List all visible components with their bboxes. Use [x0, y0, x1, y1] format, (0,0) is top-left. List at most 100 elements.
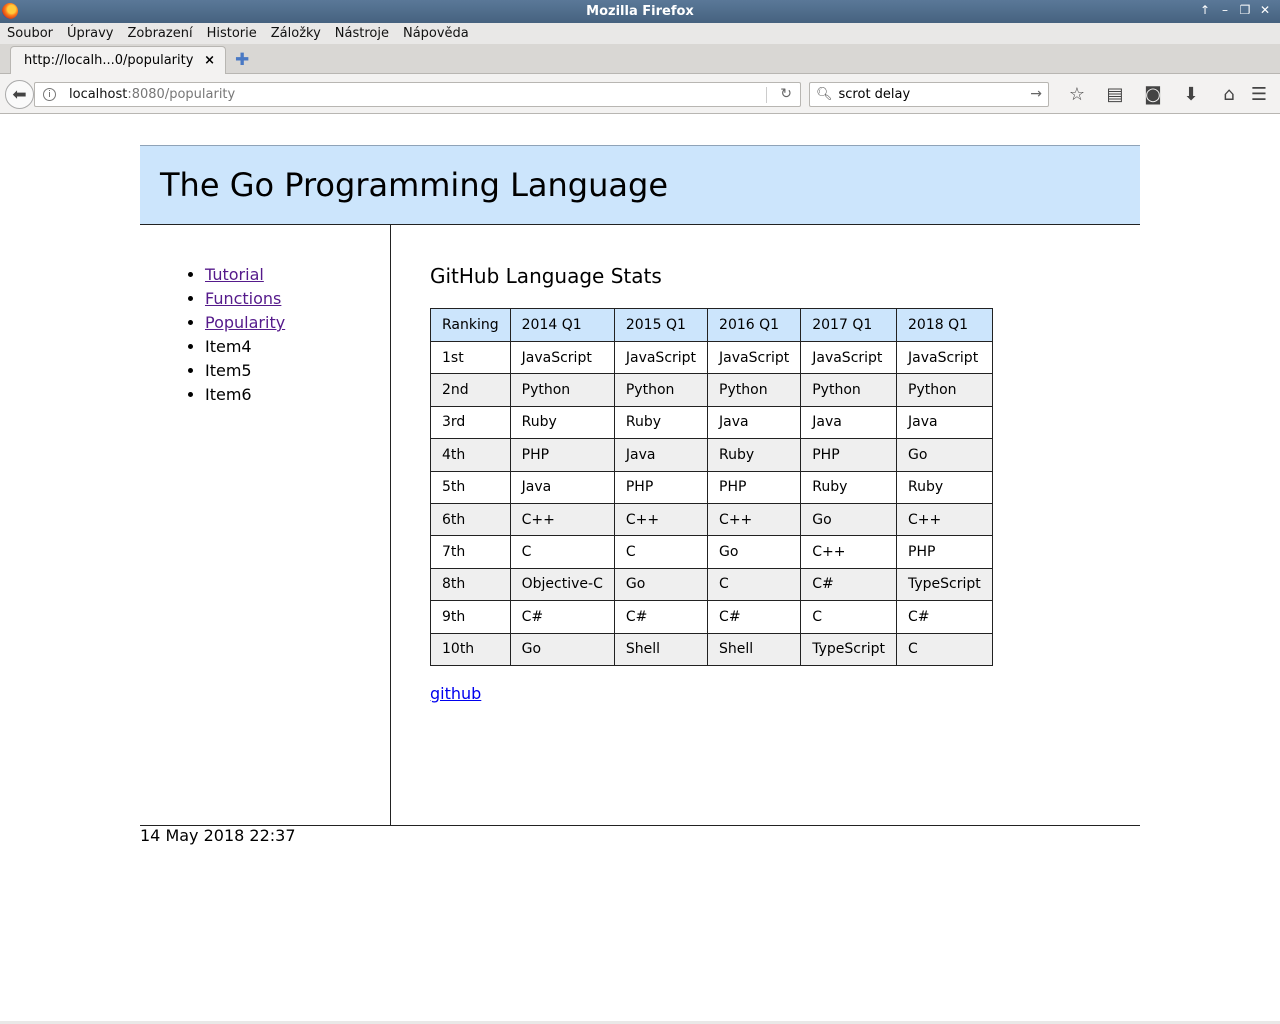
sidebar-item-2[interactable]: Functions: [205, 287, 285, 311]
table-cell: 4th: [430, 438, 511, 472]
table-cell: Ruby: [800, 470, 897, 504]
table-cell: Ruby: [707, 438, 802, 472]
table-header-cell: 2016 Q1: [707, 308, 802, 342]
sidebar-item-label[interactable]: Functions: [205, 289, 281, 308]
sidebar-item-1[interactable]: Tutorial: [205, 263, 285, 287]
table-header-cell: 2018 Q1: [896, 308, 993, 342]
page-header: The Go Programming Language: [140, 145, 1140, 225]
table-cell: Java: [896, 405, 993, 440]
url-path: :8080/popularity: [127, 87, 236, 102]
table-cell: Go: [800, 502, 897, 537]
table-cell: Ruby: [613, 405, 709, 440]
table-cell: Python: [613, 373, 709, 407]
table-cell: 7th: [430, 535, 511, 569]
sidebar: Tutorial Functions Popularity Item4 Item5 Ite…: [140, 225, 391, 825]
table-cell: C++: [613, 502, 709, 537]
table-cell: C#: [896, 600, 993, 634]
window-title: Mozilla Firefox: [586, 4, 694, 19]
table-cell: Python: [707, 373, 802, 407]
window-maximize-icon[interactable]: ❐: [1238, 3, 1252, 17]
table-cell: PHP: [707, 470, 802, 504]
menu-item-3[interactable]: Historie: [207, 26, 257, 41]
table-cell: JavaScript: [707, 340, 802, 375]
firefox-logo-icon: [2, 3, 18, 19]
table-cell: TypeScript: [896, 567, 993, 602]
table-cell: 3rd: [430, 405, 511, 440]
table-row: 8th Objective-C Go C C# TypeScript: [430, 567, 993, 602]
home-icon[interactable]: ⌂: [1210, 84, 1248, 105]
table-cell: C: [800, 600, 897, 634]
table-row: 2nd Python Python Python Python Python: [430, 373, 993, 407]
table-cell: PHP: [800, 438, 897, 472]
table-cell: C#: [800, 567, 897, 602]
table-cell: Go: [613, 567, 709, 602]
back-arrow-icon: ⬅: [12, 84, 27, 105]
table-cell: Java: [509, 470, 615, 504]
table-cell: C: [896, 632, 993, 666]
menu-item-6[interactable]: Nápověda: [403, 26, 469, 41]
table-cell: 6th: [430, 502, 511, 537]
table-cell: 8th: [430, 567, 511, 602]
bookmark-star-icon[interactable]: ☆: [1058, 84, 1096, 105]
reload-icon[interactable]: ↻: [780, 86, 792, 102]
search-input[interactable]: scrot delay: [839, 87, 911, 102]
table-cell: PHP: [896, 535, 993, 569]
window-controls: ↑ – ❐ ✕: [1198, 3, 1272, 17]
sidebar-item-label[interactable]: Tutorial: [205, 265, 264, 284]
menu-item-1[interactable]: Úpravy: [67, 26, 113, 41]
table-cell: C: [707, 567, 802, 602]
sidebar-item-label[interactable]: Popularity: [205, 313, 285, 332]
table-header-cell: 2017 Q1: [800, 308, 897, 342]
menu-item-0[interactable]: Soubor: [7, 26, 53, 41]
window-close-icon[interactable]: ✕: [1258, 3, 1272, 17]
table-cell: PHP: [509, 438, 615, 472]
language-stats-table: Ranking 2014 Q1 2015 Q1 2016 Q1 2017 Q1 2018 …: [430, 308, 993, 666]
table-cell: JavaScript: [896, 340, 993, 375]
table-cell: Shell: [613, 632, 709, 666]
table-cell: C++: [707, 502, 802, 537]
main-content: GitHub Language Stats Ranking 2014 Q1 2015…: [430, 264, 993, 703]
table-cell: Shell: [707, 632, 802, 666]
pocket-icon[interactable]: ◙: [1134, 84, 1172, 105]
table-cell: Ruby: [509, 405, 615, 440]
table-cell: C: [509, 535, 615, 569]
sidebar-nav-list: Tutorial Functions Popularity Item4 Item5 Ite…: [205, 263, 285, 407]
search-bar[interactable]: 🔍︎ scrot delay →: [809, 82, 1049, 107]
table-header-cell: 2015 Q1: [613, 308, 709, 342]
table-row: 1st JavaScript JavaScript JavaScript JavaScr…: [430, 340, 993, 375]
window-titlebar: Mozilla Firefox ↑ – ❐ ✕: [0, 0, 1280, 23]
window-keep-above-icon[interactable]: ↑: [1198, 3, 1212, 17]
table-cell: 2nd: [430, 373, 511, 407]
menu-item-4[interactable]: Záložky: [271, 26, 321, 41]
url-bar[interactable]: i localhost:8080/popularity ↻: [34, 82, 801, 107]
menu-item-2[interactable]: Zobrazení: [127, 26, 192, 41]
footer-date: 14 May 2018 22:37: [140, 826, 296, 845]
table-cell: Ruby: [896, 470, 993, 504]
table-header-cell: Ranking: [430, 308, 511, 342]
search-icon[interactable]: 🔍︎: [816, 87, 833, 102]
table-cell: JavaScript: [509, 340, 615, 375]
back-button[interactable]: ⬅: [5, 80, 34, 109]
table-cell: Go: [896, 438, 993, 472]
search-go-icon[interactable]: →: [1030, 86, 1042, 102]
section-heading: GitHub Language Stats: [430, 264, 662, 288]
downloads-icon[interactable]: ⬇: [1172, 84, 1210, 105]
table-row: 6th C++ C++ C++ Go C++: [430, 502, 993, 537]
table-cell: PHP: [613, 470, 709, 504]
sidebar-item-5: Item5: [205, 359, 285, 383]
github-link[interactable]: github: [430, 684, 481, 703]
window-minimize-icon[interactable]: –: [1218, 3, 1232, 17]
site-info-icon[interactable]: i: [43, 88, 56, 101]
tab-close-icon[interactable]: ×: [204, 53, 215, 68]
new-tab-icon[interactable]: ✚: [235, 50, 249, 70]
tab-popularity[interactable]: http://localh...0/popularity ×: [10, 46, 226, 74]
menu-item-5[interactable]: Nástroje: [335, 26, 389, 41]
sidebar-item-3[interactable]: Popularity: [205, 311, 285, 335]
reading-list-icon[interactable]: ▤: [1096, 84, 1134, 105]
table-cell: Java: [707, 405, 802, 440]
sidebar-item-label: Item4: [205, 337, 252, 356]
table-cell: Objective-C: [509, 567, 615, 602]
table-row: 7th C C Go C++ PHP: [430, 535, 993, 569]
navigation-toolbar: ⬅ i localhost:8080/popularity ↻ 🔍︎ scrot…: [0, 74, 1280, 114]
hamburger-menu-icon[interactable]: ☰: [1244, 84, 1274, 105]
